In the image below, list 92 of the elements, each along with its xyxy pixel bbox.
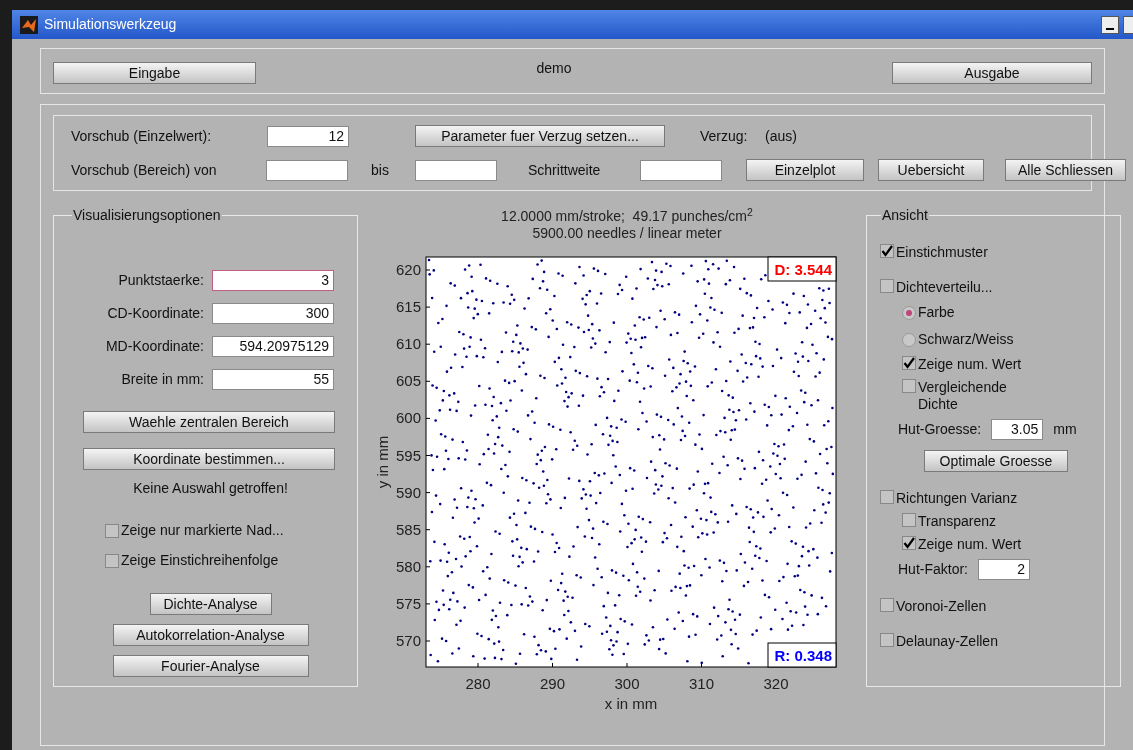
input-field[interactable]: 2 xyxy=(978,559,1030,580)
unit-label: mm xyxy=(1053,420,1077,439)
push-button[interactable]: Parameter fuer Verzug setzen... xyxy=(415,125,665,147)
push-button[interactable]: Fourier-Analyse xyxy=(112,655,309,677)
label: Hut-Faktor: xyxy=(898,560,968,579)
field-label: Punktstaerke: xyxy=(117,271,205,290)
input-field[interactable]: 3 xyxy=(212,270,334,291)
input-field[interactable]: 300 xyxy=(212,303,334,324)
tick-label: 300 xyxy=(614,675,640,692)
push-button[interactable]: Eingabe xyxy=(53,62,256,84)
radio-button[interactable] xyxy=(902,332,916,347)
checkbox[interactable] xyxy=(880,244,894,258)
label: bis xyxy=(371,160,389,180)
tick-label: 620 xyxy=(395,261,421,278)
tick-label: 610 xyxy=(395,335,421,353)
field-label: CD-Koordinate: xyxy=(106,304,205,323)
checkbox[interactable] xyxy=(880,598,894,612)
checkbox-label: Delaunay-Zellen xyxy=(896,633,998,650)
group-title: Ansicht xyxy=(881,206,929,225)
value-annotation: R: 0.348 xyxy=(767,642,837,668)
checkbox[interactable] xyxy=(105,553,119,568)
input-field[interactable]: 594.20975129 xyxy=(212,336,334,357)
tick-label: 320 xyxy=(763,675,789,692)
label: (aus) xyxy=(765,126,797,146)
checkbox[interactable] xyxy=(902,379,916,393)
chart-subtitle: 5900.00 needles / linear meter xyxy=(532,225,722,242)
value-annotation: D: 3.544 xyxy=(767,256,837,282)
label: Vorschub (Einzelwert): xyxy=(71,126,212,146)
tick-label: 590 xyxy=(395,483,421,501)
push-button[interactable]: Ausgabe xyxy=(892,62,1092,84)
checkbox-label: Zeige Einstichreihenfolge xyxy=(121,551,279,570)
window-title: Simulationswerkzeug xyxy=(44,15,177,34)
checkbox-label: Dichteverteilu... xyxy=(896,279,993,296)
push-button[interactable]: Dichte-Analyse xyxy=(149,593,272,615)
minimize-icon xyxy=(1106,27,1114,30)
checkbox[interactable] xyxy=(880,633,894,647)
close-button[interactable] xyxy=(1123,15,1133,34)
tick-label: 595 xyxy=(395,446,421,464)
push-button[interactable]: Optimale Groesse xyxy=(924,450,1068,472)
tick-label: 600 xyxy=(395,409,421,427)
tick-label: 585 xyxy=(395,520,421,538)
axis-label: x in mm xyxy=(604,695,658,712)
minimize-button[interactable] xyxy=(1101,15,1119,34)
checkbox-label: Transparenz xyxy=(918,513,997,530)
label: Schrittweite xyxy=(528,160,601,180)
group-title: Visualisierungsoptionen xyxy=(72,206,222,225)
label: Vorschub (Bereich) von xyxy=(71,160,217,180)
checkbox-label: Zeige nur markierte Nad... xyxy=(121,521,284,540)
tick-label: 290 xyxy=(540,675,565,692)
tick-label: 280 xyxy=(465,675,491,692)
input-field[interactable]: 3.05 xyxy=(991,419,1044,440)
input-field[interactable] xyxy=(640,159,722,181)
push-button[interactable]: Einzelplot xyxy=(746,159,864,181)
label: Hut-Groesse: xyxy=(898,420,982,439)
checkbox[interactable] xyxy=(902,513,916,527)
tick-label: 575 xyxy=(395,594,421,612)
checkbox-label: Einstichmuster xyxy=(896,244,988,261)
tick-label: 580 xyxy=(395,557,421,575)
checkbox-label: Voronoi-Zellen xyxy=(896,598,987,615)
radio-label: Farbe xyxy=(918,303,955,322)
push-button[interactable]: Koordinate bestimmen... xyxy=(83,448,335,470)
push-button[interactable]: Alle Schliessen xyxy=(1005,159,1126,181)
checkbox-label: Zeige num. Wert xyxy=(918,536,1022,553)
figure-name: demo xyxy=(536,59,572,78)
tick-label: 605 xyxy=(395,372,421,390)
checkbox[interactable] xyxy=(880,490,894,504)
field-label: MD-Koordinate: xyxy=(104,337,205,356)
tick-label: 310 xyxy=(689,675,714,692)
tick-label: 615 xyxy=(395,298,421,316)
checkbox[interactable] xyxy=(902,536,916,550)
checkbox[interactable] xyxy=(105,523,119,538)
checkbox-label: Richtungen Varianz xyxy=(896,490,1018,507)
checkbox-label: Vergleichende Dichte xyxy=(918,379,1008,413)
checkbox-label: Zeige num. Wert xyxy=(918,356,1022,373)
checkbox[interactable] xyxy=(880,279,894,293)
input-field[interactable]: 12 xyxy=(267,125,349,147)
push-button[interactable]: Waehle zentralen Bereich xyxy=(83,411,335,433)
chart-title: 12.0000 mm/stroke; 49.17 punches/cm$^{2}$ xyxy=(501,208,753,225)
checkbox[interactable] xyxy=(902,356,916,370)
tick-label: 570 xyxy=(395,632,421,649)
radio-button[interactable] xyxy=(902,305,916,320)
axis-label: y in mm xyxy=(374,435,391,489)
label: Verzug: xyxy=(700,126,748,146)
push-button[interactable]: Uebersicht xyxy=(878,159,984,181)
status-text: Keine Auswahl getroffen! xyxy=(132,479,289,498)
input-field[interactable] xyxy=(266,159,348,181)
field-label: Breite in mm: xyxy=(120,370,205,389)
input-field[interactable] xyxy=(415,159,497,181)
app-logo-icon xyxy=(20,15,38,34)
push-button[interactable]: Autokorrelation-Analyse xyxy=(112,624,309,646)
radio-label: Schwarz/Weiss xyxy=(918,330,1014,349)
input-field[interactable]: 55 xyxy=(212,369,334,390)
